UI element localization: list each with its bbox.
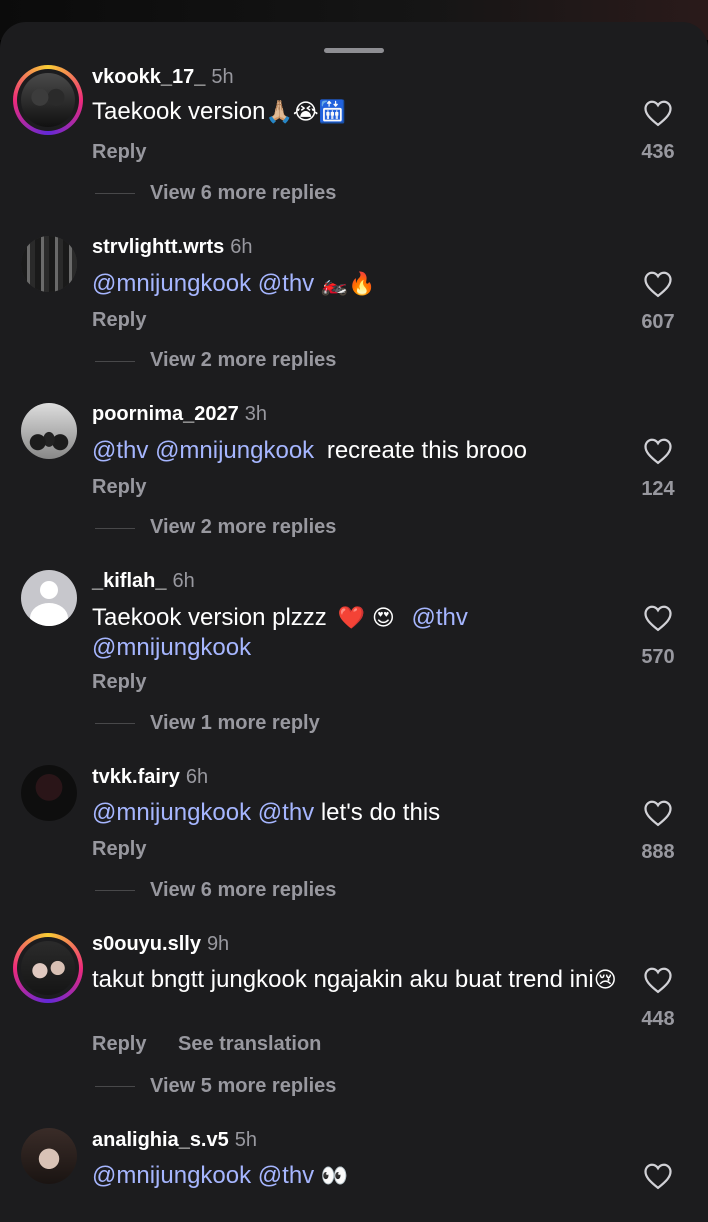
comment-time: 5h [234, 1129, 257, 1151]
comment-text: takut bngtt jungkook ngajakin aku buat t… [92, 966, 617, 993]
mention-link[interactable]: @mnijungkook [92, 634, 251, 661]
divider [95, 528, 135, 529]
heart-outline-icon[interactable] [643, 966, 673, 994]
comment-time: 6h [172, 570, 195, 592]
reply-button[interactable]: Reply [92, 141, 146, 164]
comment-text: @mnijungkook @thv 👀 [92, 1162, 349, 1189]
mention-link[interactable]: @mnijungkook [155, 437, 314, 464]
comment-text: Taekook version🙏🏼😭🛗 [92, 98, 346, 125]
avatar[interactable] [21, 765, 77, 821]
comment-username[interactable]: analighia_s.v5 5h [92, 1129, 257, 1152]
comment-username[interactable]: strvlightt.wrts 6h [92, 236, 253, 259]
comment-text: @thv @mnijungkook recreate this brooo [92, 437, 527, 464]
view-replies-button[interactable]: View 5 more replies [150, 1075, 336, 1098]
comment-username[interactable]: _kiflah_ 6h [92, 570, 195, 593]
like-count: 436 [641, 141, 675, 163]
heart-outline-icon[interactable] [643, 99, 673, 127]
like-count: 888 [641, 841, 675, 863]
view-replies-button[interactable]: View 6 more replies [150, 879, 336, 902]
reply-button[interactable]: Reply [92, 838, 146, 861]
comment-text: @mnijungkook @thv let's do this [92, 799, 441, 826]
reply-button[interactable]: Reply [92, 671, 146, 694]
mention-link[interactable]: @mnijungkook [92, 1162, 251, 1189]
comment-username[interactable]: vkookk_17_ 5h [92, 66, 234, 89]
divider [95, 723, 135, 724]
comments-sheet: vkookk_17_ 5h Taekook version🙏🏼😭🛗 Reply V… [0, 22, 708, 1222]
mention-link[interactable]: @thv [258, 270, 314, 297]
view-replies-button[interactable]: View 1 more reply [150, 712, 320, 735]
see-translation-button[interactable]: See translation [178, 1033, 321, 1056]
divider [95, 890, 135, 891]
comment-text: Taekook version plzzz ❤️ 😍 @thv @mnijung… [92, 604, 468, 661]
avatar[interactable] [21, 236, 77, 292]
like-count: 124 [641, 478, 675, 500]
heart-outline-icon[interactable] [643, 437, 673, 465]
mention-link[interactable]: @thv [258, 799, 314, 826]
view-replies-button[interactable]: View 6 more replies [150, 182, 336, 205]
comment-text: @mnijungkook @thv 🏍️🔥 [92, 270, 376, 297]
comment-time: 6h [230, 236, 253, 258]
avatar[interactable] [21, 1128, 77, 1184]
heart-outline-icon[interactable] [643, 1162, 673, 1190]
reply-button[interactable]: Reply [92, 309, 146, 332]
heart-outline-icon[interactable] [643, 604, 673, 632]
comment-username[interactable]: poornima_2027 3h [92, 403, 267, 426]
heart-outline-icon[interactable] [643, 270, 673, 298]
heart-outline-icon[interactable] [643, 799, 673, 827]
avatar[interactable] [13, 933, 83, 1003]
drag-handle[interactable] [324, 48, 384, 53]
avatar[interactable] [21, 570, 77, 626]
avatar[interactable] [21, 403, 77, 459]
divider [95, 1086, 135, 1087]
mention-link[interactable]: @mnijungkook [92, 270, 251, 297]
comment-time: 6h [185, 766, 209, 788]
reply-button[interactable]: Reply [92, 476, 146, 499]
like-count: 448 [641, 1008, 675, 1030]
view-replies-button[interactable]: View 2 more replies [150, 349, 336, 372]
view-replies-button[interactable]: View 2 more replies [150, 516, 336, 539]
avatar[interactable] [13, 65, 83, 135]
reply-button[interactable]: Reply [92, 1033, 146, 1056]
comment-time: 5h [211, 66, 234, 88]
divider [95, 193, 135, 194]
mention-link[interactable]: @thv [258, 1162, 314, 1189]
comment-time: 9h [206, 933, 230, 955]
divider [95, 361, 135, 362]
comment-username[interactable]: s0ouyu.slly 9h [92, 933, 229, 956]
mention-link[interactable]: @thv [92, 437, 148, 464]
comment-time: 3h [244, 403, 267, 425]
comment-username[interactable]: tvkk.fairy 6h [92, 766, 208, 789]
mention-link[interactable]: @thv [411, 604, 467, 631]
like-count: 607 [641, 311, 675, 333]
mention-link[interactable]: @mnijungkook [92, 799, 251, 826]
like-count: 570 [641, 646, 675, 668]
